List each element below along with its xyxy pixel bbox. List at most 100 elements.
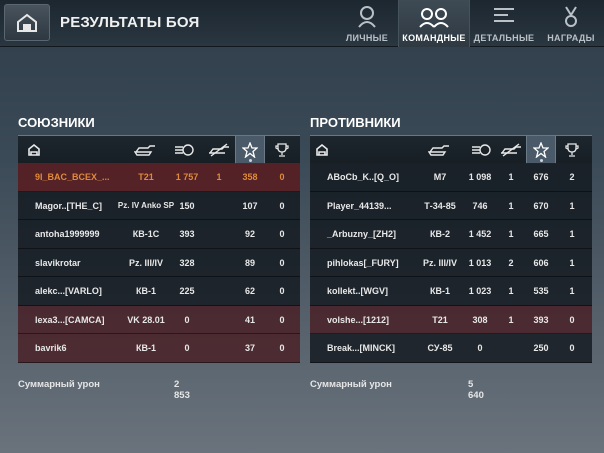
- sort-medals-button[interactable]: [268, 136, 296, 164]
- destroyed-icon: [501, 143, 521, 157]
- player-name: lexa3...[CAMCA]: [35, 314, 105, 325]
- damage-value: 1 013: [468, 257, 492, 268]
- table-row[interactable]: 9I_BAC_BCEX_... T21 1 757 1 358 0: [18, 163, 300, 192]
- enemies-rows: ABoCb_K..[Q_O] M7 1 098 1 676 2 Player_4…: [310, 163, 592, 363]
- tank-name: КВ-1: [430, 286, 450, 296]
- allies-total-damage: Суммарный урон 2 853: [18, 379, 190, 401]
- player-name: Magor..[THE_C]: [35, 200, 103, 211]
- home-button[interactable]: [4, 4, 50, 41]
- player-name: antoha1999999: [35, 229, 100, 239]
- trophy-icon: [275, 143, 289, 157]
- damage-value: 328: [179, 257, 195, 268]
- tank-name: СУ-85: [427, 343, 453, 353]
- table-row[interactable]: alekc...[VARLO] КВ-1 225 62 0: [18, 277, 300, 306]
- tank-name: Т-34-85: [424, 200, 456, 211]
- sort-damage-button[interactable]: [168, 136, 202, 164]
- tank-name: КВ-1: [136, 343, 156, 353]
- table-row[interactable]: Break...[MINCK] СУ-85 0 250 0: [310, 334, 592, 363]
- kills-value: 1: [508, 286, 514, 296]
- table-row[interactable]: kollekt..[WGV] КВ-1 1 023 1 535 1: [310, 277, 592, 306]
- tab-details[interactable]: ДЕТАЛЬНЫЕ: [470, 0, 538, 47]
- score-value: 250: [533, 343, 549, 353]
- player-name: Player_44139...: [327, 200, 392, 211]
- allies-header-row: [18, 135, 300, 164]
- kills-value: [208, 277, 230, 305]
- score-value: 89: [244, 257, 255, 268]
- sort-kills-button[interactable]: [496, 136, 526, 164]
- player-name: slavikrotar: [35, 257, 81, 268]
- table-row[interactable]: bavrik6 КВ-1 0 37 0: [18, 334, 300, 363]
- table-row[interactable]: Player_44139... Т-34-85 746 1 670 1: [310, 191, 592, 220]
- score-value: 92: [244, 229, 255, 239]
- player-name: volshe...[1212]: [327, 314, 390, 325]
- tab-awards[interactable]: НАГРАДЫ: [538, 0, 604, 47]
- medals-value: 0: [279, 314, 285, 325]
- damage-icon: [175, 144, 194, 156]
- player-name: kollekt..[WGV]: [327, 286, 389, 296]
- medals-value: 0: [279, 286, 285, 296]
- tank-name: T21: [138, 172, 154, 182]
- medals-value: 2: [569, 172, 575, 182]
- sort-player-button[interactable]: [22, 136, 46, 164]
- page-title: РЕЗУЛЬТАТЫ БОЯ: [60, 14, 200, 31]
- tank-name: КВ-1С: [132, 229, 160, 239]
- score-value: 37: [244, 343, 255, 353]
- sort-player-button[interactable]: [310, 136, 334, 164]
- trophy-icon: [565, 143, 579, 157]
- garage-icon: [17, 13, 37, 32]
- kills-value: [208, 249, 230, 277]
- top-bar: РЕЗУЛЬТАТЫ БОЯ ЛИЧНЫЕ КОМАНДНЫЕ ДЕТАЛЬНЫ…: [0, 0, 604, 47]
- tank-icon: [134, 145, 155, 156]
- table-row[interactable]: slavikrotar Pz. III/IV 328 89 0: [18, 248, 300, 277]
- table-row[interactable]: _Arbuzny_[ZH2] КВ-2 1 452 1 665 1: [310, 220, 592, 249]
- medals-value: 0: [279, 343, 285, 353]
- tank-name: VK 28.01: [127, 314, 165, 325]
- tab-personal[interactable]: ЛИЧНЫЕ: [336, 0, 398, 47]
- sort-damage-button[interactable]: [465, 136, 499, 164]
- kills-value: [500, 334, 522, 362]
- table-row[interactable]: lexa3...[CAMCA] VK 28.01 0 41 0: [18, 305, 300, 334]
- kills-value: 1: [216, 172, 222, 182]
- enemies-panel: ПРОТИВНИКИ ABoCb_K..[Q_O] M7 1 098 1 676: [310, 110, 592, 363]
- tank-name: КВ-2: [430, 229, 450, 239]
- total-damage-value: 5 640: [468, 379, 484, 401]
- tank-name: M7: [433, 172, 447, 182]
- table-row[interactable]: ABoCb_K..[Q_O] M7 1 098 1 676 2: [310, 163, 592, 192]
- player-icon: [28, 144, 40, 156]
- sort-medals-button[interactable]: [558, 136, 586, 164]
- enemies-title: ПРОТИВНИКИ: [310, 115, 401, 130]
- enemies-header-row: [310, 135, 592, 164]
- damage-value: 393: [179, 229, 195, 239]
- table-row[interactable]: volshe...[1212] T21 308 1 393 0: [310, 305, 592, 334]
- medals-value: 1: [569, 286, 575, 296]
- score-value: 676: [533, 172, 549, 182]
- allies-panel: СОЮЗНИКИ 9I_BAC_BCEX_... T21 1 757 1 358: [18, 110, 300, 363]
- score-value: 358: [242, 172, 258, 182]
- damage-value: 1 757: [175, 172, 199, 182]
- total-damage-label: Суммарный урон: [18, 379, 100, 390]
- player-name: _Arbuzny_[ZH2]: [327, 229, 397, 239]
- score-value: 107: [242, 200, 258, 211]
- kills-value: 1: [508, 200, 514, 211]
- kills-value: 1: [508, 229, 514, 239]
- damage-value: 1 023: [468, 286, 492, 296]
- tank-name: Pz. III/IV: [422, 257, 457, 268]
- sort-score-button[interactable]: [235, 136, 265, 164]
- allies-rows: 9I_BAC_BCEX_... T21 1 757 1 358 0 Magor.…: [18, 163, 300, 363]
- star-icon: [533, 142, 549, 158]
- score-value: 393: [533, 314, 549, 325]
- sort-score-button[interactable]: [526, 136, 556, 164]
- sort-tank-button[interactable]: [424, 136, 454, 164]
- tab-team[interactable]: КОМАНДНЫЕ: [398, 0, 470, 47]
- medals-value: 0: [279, 172, 285, 182]
- details-icon: [494, 8, 514, 22]
- medals-value: 1: [569, 257, 575, 268]
- table-row[interactable]: pihlokas[_FURY] Pz. III/IV 1 013 2 606 1: [310, 248, 592, 277]
- sort-kills-button[interactable]: [204, 136, 234, 164]
- table-row[interactable]: Magor..[THE_C] Pz. IV Anko SP 150 107 0: [18, 191, 300, 220]
- damage-value: 1 452: [468, 229, 492, 239]
- table-row[interactable]: antoha1999999 КВ-1С 393 92 0: [18, 220, 300, 249]
- sort-tank-button[interactable]: [130, 136, 160, 164]
- player-name: bavrik6: [35, 343, 67, 353]
- medals-value: 0: [569, 343, 575, 353]
